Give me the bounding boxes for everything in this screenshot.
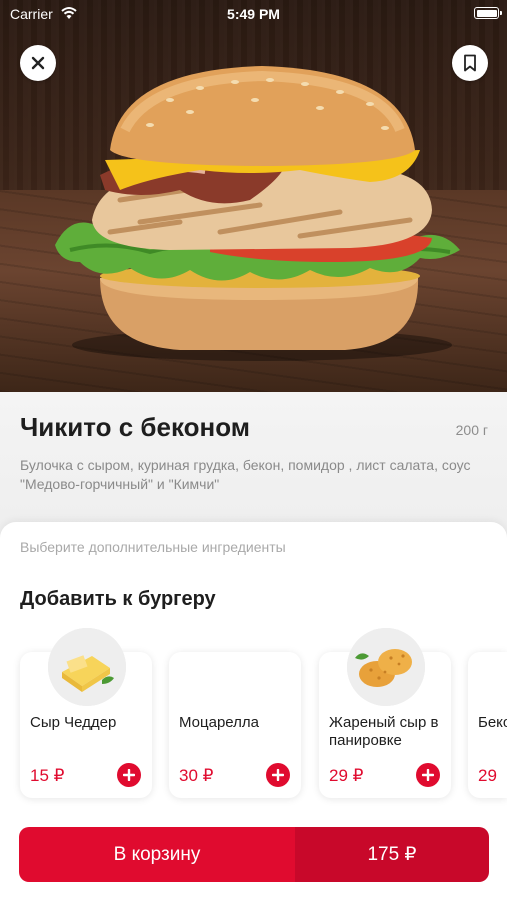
ingredients-hint: Выберите дополнительные ингредиенты <box>20 539 286 555</box>
bookmark-icon <box>464 54 476 72</box>
plus-icon <box>422 769 434 781</box>
ingredient-card-fried-cheese[interactable]: Жареный сыр в панировке 29 ₽ <box>319 628 451 798</box>
status-time: 5:49 PM <box>227 6 280 22</box>
ingredient-price: 15 ₽ <box>30 766 65 785</box>
cheddar-cheese-image <box>48 628 126 706</box>
plus-icon <box>123 769 135 781</box>
product-hero-image <box>0 0 507 392</box>
ingredient-card-cheddar[interactable]: Сыр Чеддер 15 ₽ <box>20 628 152 798</box>
close-icon <box>31 56 45 70</box>
burger-illustration <box>55 66 460 361</box>
ingredient-price: 29 ₽ <box>329 766 364 785</box>
ingredient-name: Сыр Чеддер <box>30 714 117 731</box>
status-bar: Carrier 5:49 PM <box>0 0 507 28</box>
ingredient-name: Беко <box>478 714 507 731</box>
fried-cheese-image <box>347 628 425 706</box>
add-to-cart-label: В корзину <box>19 827 295 882</box>
add-to-cart-button[interactable]: В корзину 175 ₽ <box>19 827 489 882</box>
add-fried-cheese-button[interactable] <box>416 763 440 787</box>
ingredient-card-mozzarella[interactable]: Моцарелла 30 ₽ <box>169 652 301 798</box>
ingredient-name: Жареный сыр в панировке <box>329 714 439 749</box>
battery-icon <box>474 7 502 19</box>
ingredient-price: 29 <box>478 766 497 785</box>
ingredient-name: Моцарелла <box>179 714 259 731</box>
product-weight: 200 г <box>455 422 488 438</box>
product-info: Чикито с беконом 200 г Булочка с сыром, … <box>0 392 507 542</box>
ingredient-price: 30 ₽ <box>179 766 214 785</box>
bookmark-button[interactable] <box>452 45 488 81</box>
product-title: Чикито с беконом <box>20 412 250 442</box>
product-description: Булочка с сыром, куриная грудка, бекон, … <box>20 457 471 492</box>
plus-icon <box>272 769 284 781</box>
section-title: Добавить к бургеру <box>20 588 216 610</box>
add-mozzarella-button[interactable] <box>266 763 290 787</box>
cart-total: 175 ₽ <box>295 827 489 882</box>
ingredient-card-bacon[interactable]: Беко 29 <box>468 652 507 798</box>
add-cheddar-button[interactable] <box>117 763 141 787</box>
close-button[interactable] <box>20 45 56 81</box>
